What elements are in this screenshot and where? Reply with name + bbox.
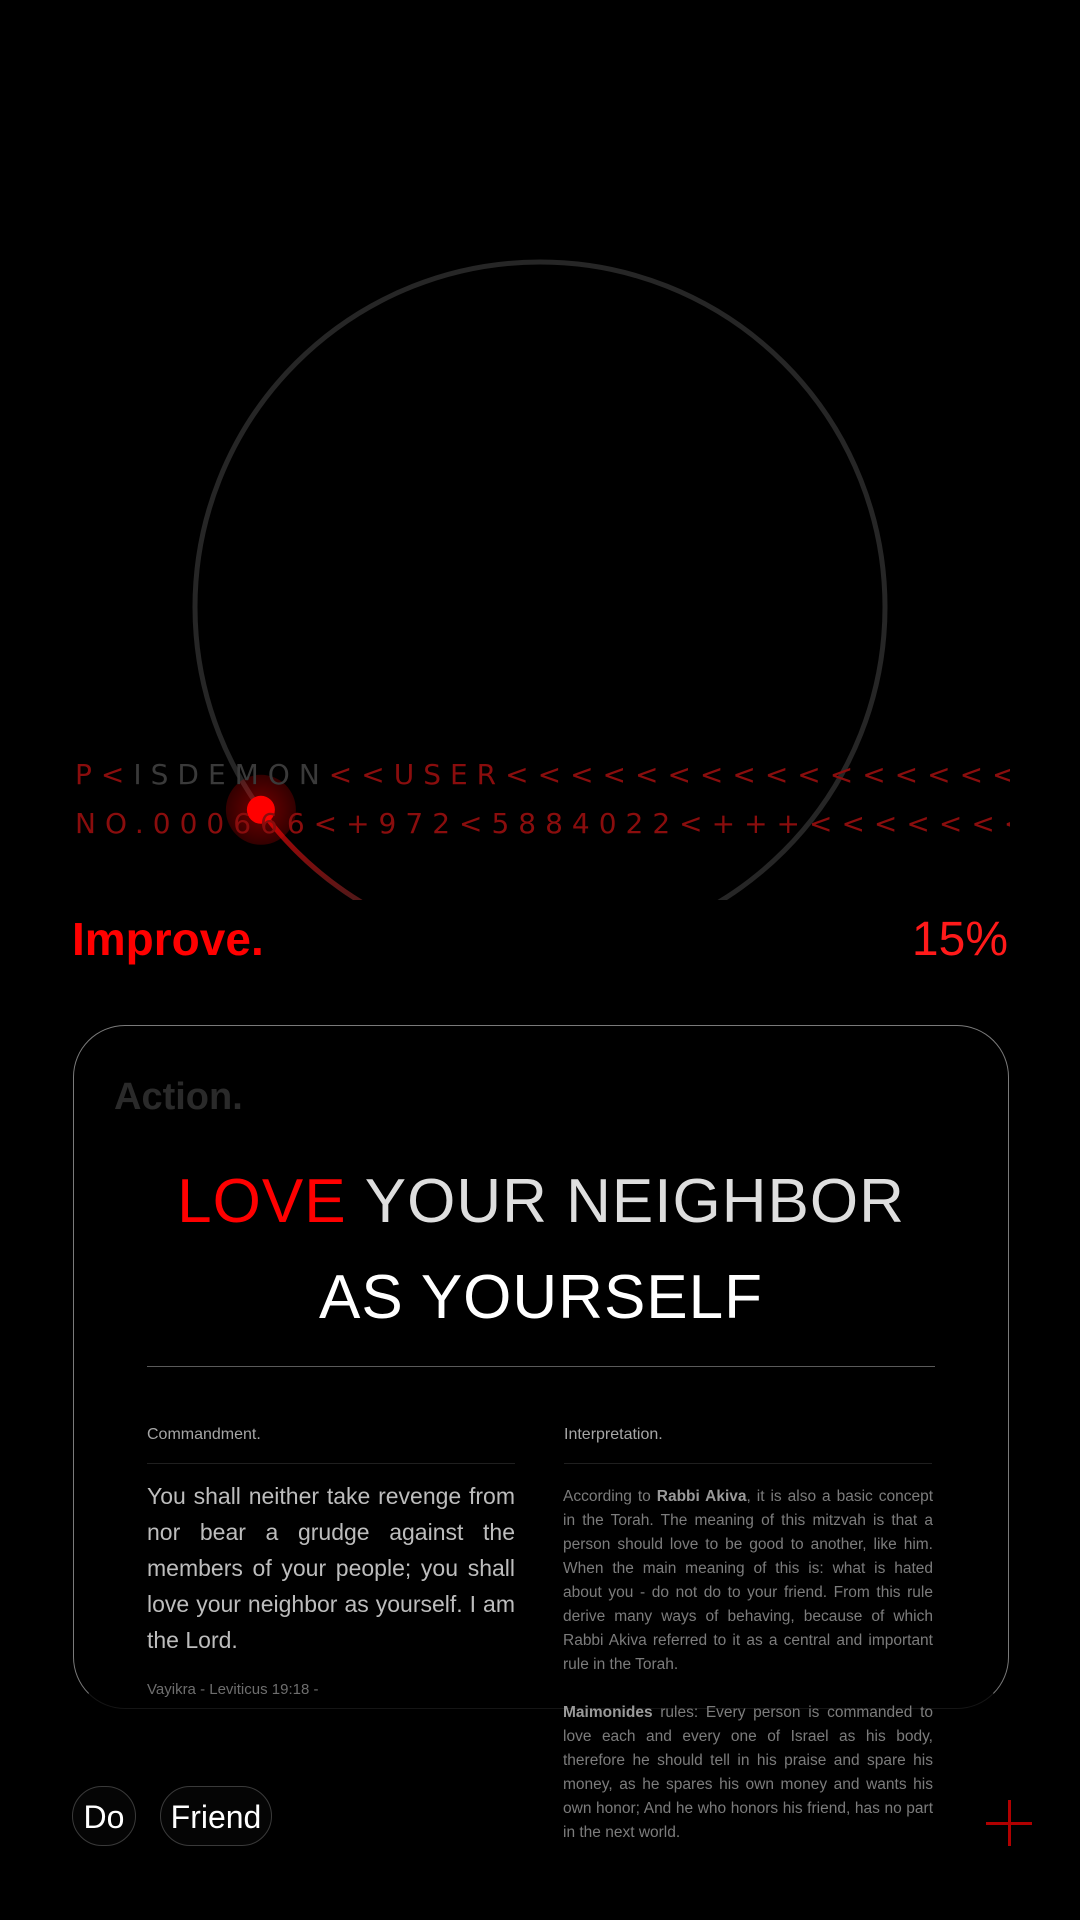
mrz-segment: <<<<<<<<<<<<<<<<<<< [505,758,1010,791]
mrz-segment: USER [393,758,506,791]
commandment-source: Vayikra - Leviticus 19:18 - [147,1681,319,1698]
interpretation-paragraph-1: According to Rabbi Akiva, it is also a b… [563,1488,933,1673]
passport-mrz-line-1: P<ISDEMON<<USER<<<<<<<<<<<<<<<<<<< [75,758,1010,791]
mrz-segment: P [75,758,101,791]
tag-do[interactable]: Do [72,1786,136,1846]
improve-label: Improve. [72,913,264,965]
commandment-rule [147,1463,515,1464]
interpretation-paragraph-2: Maimonides rules: Every person is comman… [563,1704,933,1841]
passport-mrz-line-2: NO.000666<+972<5884022<+++<<<<<<<<<< [75,807,1010,840]
commandment-heading: Commandment. [147,1426,261,1443]
interpretation-heading: Interpretation. [564,1426,663,1443]
headline-text: YOUR NEIGHBOR [364,1167,905,1236]
card-divider [147,1366,935,1367]
interpretation-author-1: Rabbi Akiva [656,1488,747,1505]
headline-keyword: LOVE [177,1167,347,1236]
mrz-segment: < [100,758,134,791]
commandment-headline: LOVE YOUR NEIGHBOR AS YOURSELF [74,1154,1008,1346]
mrz-segment: << [328,758,394,791]
interpretation-rule [564,1463,932,1464]
commandment-text: You shall neither take revenge from nor … [147,1483,515,1653]
progress-percent: 15% [911,913,1008,966]
headline-text-yourself: YOURSELF [420,1263,764,1332]
mrz-segment: ISDEMON [133,758,329,791]
progress-ring-track [192,259,888,900]
headline-text-as: AS [318,1263,404,1332]
interpretation-text: According to Rabbi Akiva, it is also a b… [563,1485,933,1869]
tag-friend[interactable]: Friend [160,1786,272,1846]
mrz-segment: NO.000666<+972<5884022<+++<<<<<<<<<< [75,807,1010,840]
plus-icon[interactable] [986,1800,1032,1846]
action-section-label: Action. [114,1076,243,1118]
interpretation-author-2: Maimonides [563,1704,653,1721]
